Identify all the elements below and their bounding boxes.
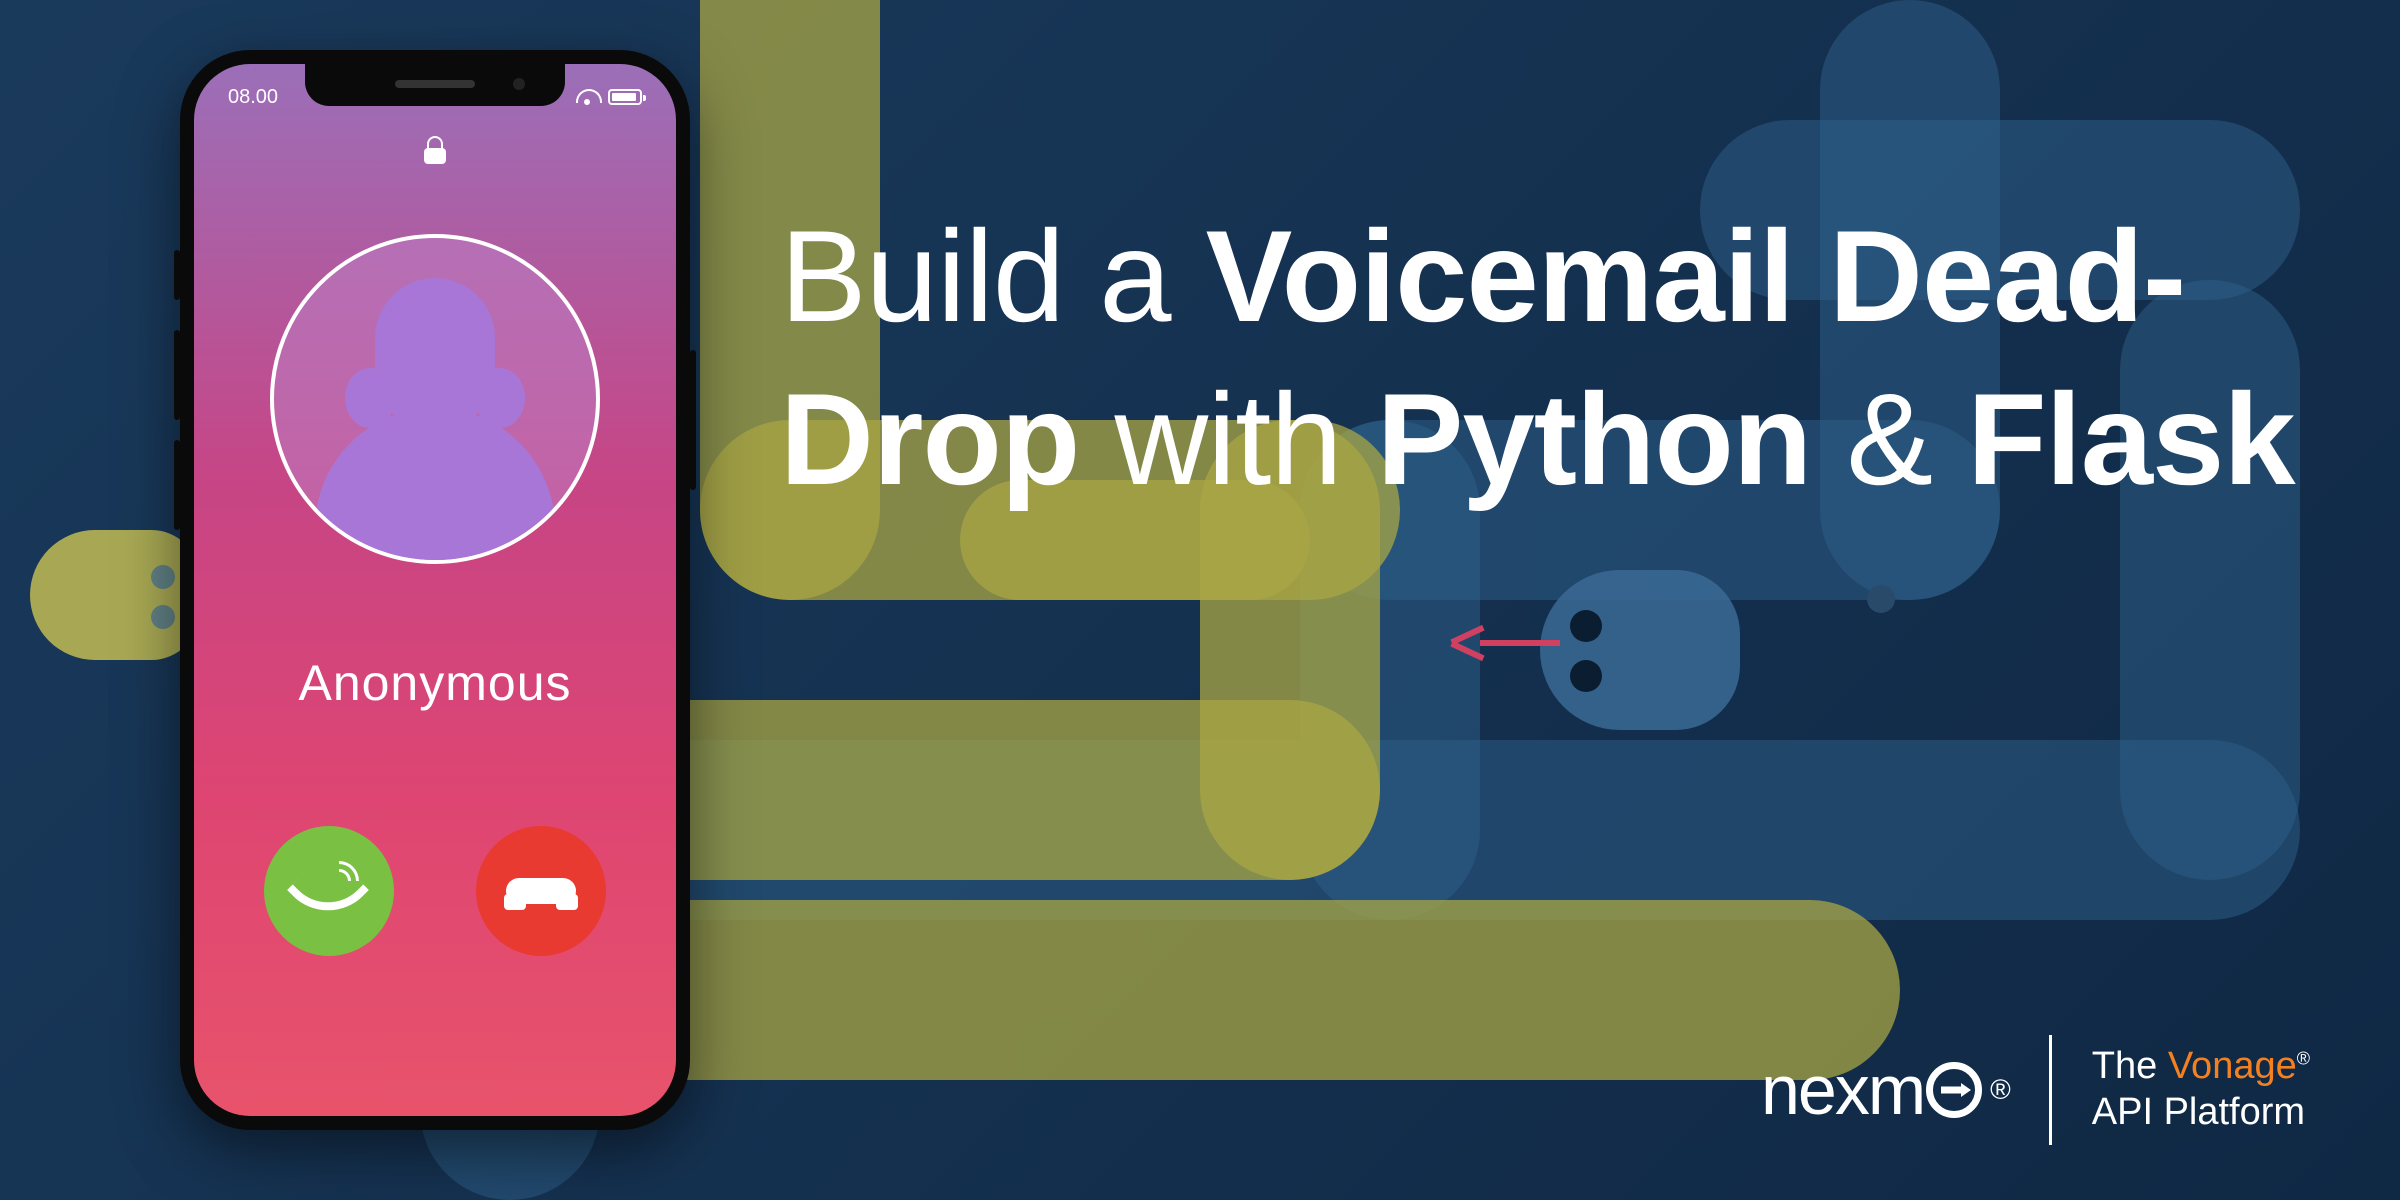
nexmo-logo: nexm ® — [1761, 1050, 2009, 1130]
tagline-api: API Platform — [2092, 1091, 2305, 1133]
phone-camera-icon — [513, 78, 525, 90]
brand-logo-area: nexm® The Vonage® API Platform — [1761, 1035, 2310, 1145]
headline-text-1: Build a — [780, 203, 1206, 349]
snake-tongue-icon — [1480, 640, 1560, 646]
phone-power-button — [690, 350, 696, 490]
phone-volume-up — [174, 330, 180, 420]
caller-name: Anonymous — [194, 654, 676, 712]
snake-eye-icon — [1570, 610, 1602, 642]
headline-text-6: Flask — [1967, 366, 2294, 512]
headline-text-3: with — [1079, 366, 1376, 512]
headline-text-4: Python — [1377, 366, 1812, 512]
battery-icon — [608, 89, 642, 105]
logo-divider — [2049, 1035, 2052, 1145]
tagline-vonage: Vonage — [2168, 1045, 2297, 1087]
wifi-icon — [576, 89, 598, 105]
blue-snake-head — [1540, 570, 1740, 730]
status-time: 08.00 — [228, 86, 278, 109]
accept-call-button[interactable] — [264, 826, 394, 956]
headline-text-5: & — [1811, 366, 1967, 512]
decline-call-button[interactable] — [476, 826, 606, 956]
registered-mark: ® — [1990, 1074, 2009, 1106]
avatar-silhouette-icon — [305, 278, 565, 564]
phone-accept-icon — [299, 861, 359, 921]
phone-decline-icon — [506, 878, 576, 904]
tagline-the: The — [2092, 1045, 2168, 1087]
vonage-tagline: The Vonage® API Platform — [2092, 1044, 2310, 1135]
lock-icon — [424, 136, 446, 164]
snake-eye-icon — [151, 605, 175, 629]
nexmo-arrow-icon — [1926, 1062, 1982, 1118]
phone-mockup: 08.00 Anonymous — [180, 50, 690, 1130]
caller-avatar — [270, 234, 600, 564]
snake-eye-icon — [1570, 660, 1602, 692]
snake-eye-icon — [151, 565, 175, 589]
decorative-dot-icon — [1867, 585, 1895, 613]
headline: Build a Voicemail Dead-Drop with Python … — [780, 195, 2340, 520]
phone-speaker — [395, 80, 475, 88]
phone-screen: 08.00 Anonymous — [194, 64, 676, 1116]
nexmo-wordmark: nexm — [1761, 1050, 1924, 1130]
registered-mark-2: ® — [2297, 1049, 2310, 1069]
phone-volume-down — [174, 440, 180, 530]
phone-mute-switch — [174, 250, 180, 300]
phone-notch — [305, 64, 565, 106]
yellow-snake-head — [30, 530, 200, 660]
status-right — [576, 89, 642, 105]
